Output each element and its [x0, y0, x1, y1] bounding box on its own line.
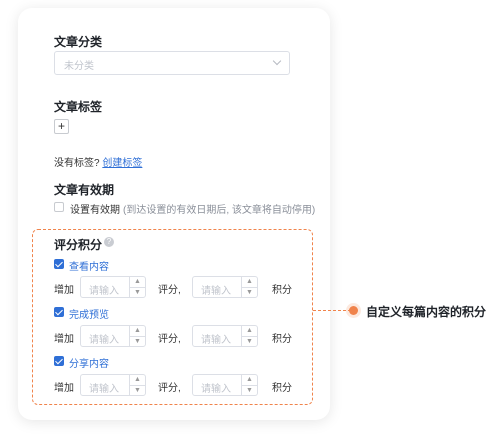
validity-checkbox-label: 设置有效期 [70, 205, 120, 216]
add-tag-button[interactable]: + [54, 119, 69, 134]
stepper[interactable]: ▲ ▼ [129, 277, 145, 297]
no-tags-text: 没有标签? [54, 158, 100, 169]
validity-label: 文章有效期 [54, 183, 115, 197]
chevron-down-icon[interactable]: ▼ [242, 336, 257, 346]
chevron-up-icon[interactable]: ▲ [242, 277, 257, 287]
complete-preview-label: 完成预览 [69, 310, 109, 321]
callout-connector [313, 310, 351, 311]
stepper[interactable]: ▲ ▼ [129, 326, 145, 346]
help-icon[interactable]: ? [104, 237, 114, 247]
chevron-down-icon [272, 56, 282, 66]
share-content-label: 分享内容 [69, 359, 109, 370]
chevron-down-icon[interactable]: ▼ [130, 336, 145, 346]
input-placeholder: 请输入 [89, 384, 119, 395]
score-label: 评分, [158, 285, 181, 296]
chevron-down-icon[interactable]: ▼ [130, 385, 145, 395]
scoring-label: 评分积分 [54, 238, 103, 252]
share-score-input[interactable]: 请输入 ▲ ▼ [80, 374, 146, 396]
view-content-checkbox[interactable] [54, 259, 64, 269]
stepper[interactable]: ▲ ▼ [241, 326, 257, 346]
callout-text: 自定义每篇内容的积分 [366, 305, 487, 319]
view-content-label: 查看内容 [69, 262, 109, 273]
chevron-up-icon[interactable]: ▲ [242, 375, 257, 385]
input-placeholder: 请输入 [201, 286, 231, 297]
score-label: 评分, [158, 334, 181, 345]
callout-dot [349, 306, 358, 315]
view-points-input[interactable]: 请输入 ▲ ▼ [192, 276, 258, 298]
chevron-up-icon[interactable]: ▲ [242, 326, 257, 336]
stepper[interactable]: ▲ ▼ [241, 375, 257, 395]
chevron-down-icon[interactable]: ▼ [242, 287, 257, 297]
add-label: 增加 [54, 334, 74, 345]
add-label: 增加 [54, 383, 74, 394]
create-tag-link[interactable]: 创建标签 [102, 158, 142, 169]
chevron-up-icon[interactable]: ▲ [130, 277, 145, 287]
points-label: 积分 [272, 334, 292, 345]
complete-preview-checkbox[interactable] [54, 307, 64, 317]
chevron-down-icon[interactable]: ▼ [242, 385, 257, 395]
chevron-down-icon[interactable]: ▼ [130, 287, 145, 297]
share-content-checkbox[interactable] [54, 356, 64, 366]
validity-note: (到达设置的有效日期后, 该文章将自动停用) [123, 205, 316, 216]
input-placeholder: 请输入 [201, 384, 231, 395]
category-select-placeholder: 未分类 [64, 61, 94, 72]
input-placeholder: 请输入 [201, 335, 231, 346]
stepper[interactable]: ▲ ▼ [241, 277, 257, 297]
preview-points-input[interactable]: 请输入 ▲ ▼ [192, 325, 258, 347]
category-select[interactable]: 未分类 [54, 51, 290, 75]
view-score-input[interactable]: 请输入 ▲ ▼ [80, 276, 146, 298]
share-points-input[interactable]: 请输入 ▲ ▼ [192, 374, 258, 396]
points-label: 积分 [272, 285, 292, 296]
add-label: 增加 [54, 285, 74, 296]
validity-checkbox[interactable] [54, 202, 64, 212]
tags-label: 文章标签 [54, 100, 103, 114]
points-label: 积分 [272, 383, 292, 394]
no-tags-hint: 没有标签? 创建标签 [54, 154, 142, 169]
chevron-up-icon[interactable]: ▲ [130, 326, 145, 336]
stepper[interactable]: ▲ ▼ [129, 375, 145, 395]
category-label: 文章分类 [54, 35, 103, 49]
preview-score-input[interactable]: 请输入 ▲ ▼ [80, 325, 146, 347]
input-placeholder: 请输入 [89, 335, 119, 346]
input-placeholder: 请输入 [89, 286, 119, 297]
score-label: 评分, [158, 383, 181, 394]
chevron-up-icon[interactable]: ▲ [130, 375, 145, 385]
